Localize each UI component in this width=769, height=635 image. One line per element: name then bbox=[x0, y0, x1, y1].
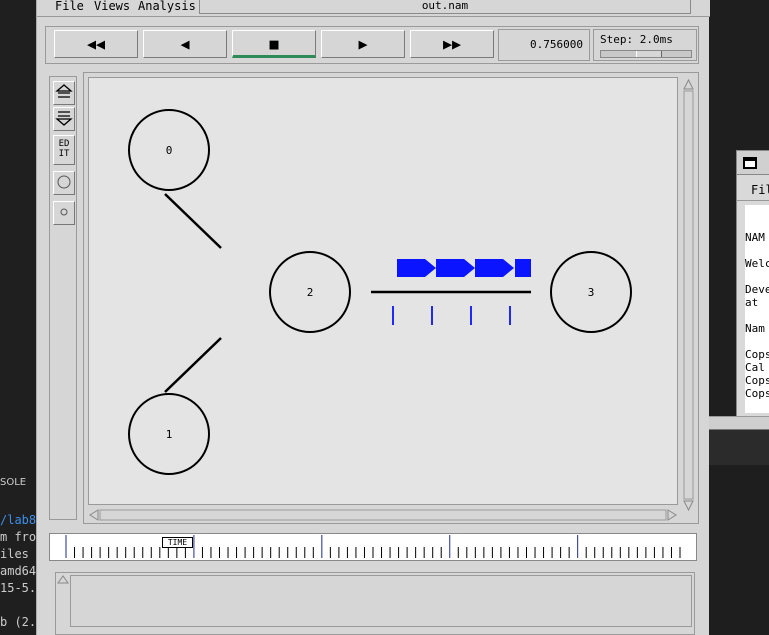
desktop-area bbox=[709, 430, 769, 465]
annotation-panel bbox=[55, 572, 695, 635]
terminal-line: m fro bbox=[0, 530, 36, 544]
background-window-scrollbar[interactable] bbox=[709, 416, 769, 430]
text-line bbox=[745, 244, 769, 257]
step-label: Step: 2.0ms bbox=[600, 33, 673, 46]
playback-controls: ◀◀ ◀ ■ ▶ ▶▶ 0.756000 Step: 2.0ms bbox=[45, 26, 699, 64]
window-menu-icon[interactable] bbox=[743, 157, 757, 169]
packet-queue bbox=[397, 259, 531, 277]
nam-window: File Views Analysis out.nam ◀◀ ◀ ■ ▶ ▶▶ … bbox=[36, 0, 710, 635]
play-button[interactable]: ▶ bbox=[321, 30, 405, 58]
text-line: NAM bbox=[745, 231, 765, 244]
text-line: Cal bbox=[745, 361, 765, 374]
network-canvas-frame: 0 1 2 3 bbox=[83, 72, 699, 524]
console-tab[interactable]: SOLE bbox=[0, 477, 26, 488]
link-1-2 bbox=[164, 337, 222, 393]
canvas-vertical-scrollbar[interactable] bbox=[682, 77, 695, 513]
node-label-3: 3 bbox=[588, 286, 595, 299]
edit-toolbar: ED IT bbox=[49, 76, 77, 520]
annotation-list[interactable] bbox=[70, 575, 692, 627]
text-line: Cops bbox=[745, 374, 769, 387]
text-line: at bbox=[745, 296, 759, 309]
step-back-button[interactable]: ◀ bbox=[143, 30, 227, 58]
text-line: Cops bbox=[745, 387, 769, 400]
terminal-line: amd64 bbox=[0, 564, 36, 578]
text-line bbox=[745, 335, 769, 348]
rewind-button[interactable]: ◀◀ bbox=[54, 30, 138, 58]
text-area: NAM Welc Deve at Nam Cops Cal Cops Cops bbox=[745, 205, 769, 413]
text-line: Welc bbox=[745, 257, 769, 270]
time-slider[interactable]: TIME bbox=[49, 533, 697, 561]
terminal-line: 15-5. bbox=[0, 581, 36, 595]
packet bbox=[436, 259, 475, 277]
drop-markers bbox=[392, 306, 511, 325]
small-circle-icon[interactable] bbox=[53, 201, 75, 225]
scroll-right-arrow bbox=[667, 509, 677, 521]
file-menu[interactable]: Fil bbox=[737, 175, 769, 201]
link-0-2 bbox=[164, 193, 222, 249]
text-line: Cops bbox=[745, 348, 769, 361]
packet bbox=[515, 259, 531, 277]
time-display: 0.756000 bbox=[498, 29, 590, 61]
stop-button[interactable]: ■ bbox=[232, 30, 316, 58]
window-titlebar[interactable] bbox=[737, 151, 769, 175]
edit-button[interactable]: ED IT bbox=[53, 135, 75, 165]
step-slider-thumb[interactable] bbox=[636, 51, 662, 57]
zoom-out-icon[interactable] bbox=[53, 107, 75, 131]
menu-analysis[interactable]: Analysis bbox=[138, 0, 196, 13]
scroll-left-arrow bbox=[89, 509, 99, 521]
terminal-line: iles bbox=[0, 547, 29, 561]
vscode-panel: SOLE /lab8 m fro iles amd64 15-5. b (2. bbox=[0, 0, 36, 635]
zoom-in-icon[interactable] bbox=[53, 81, 75, 105]
step-slider[interactable] bbox=[600, 50, 692, 58]
menu-file[interactable]: File bbox=[55, 0, 84, 13]
time-slider-marker[interactable]: TIME bbox=[162, 537, 193, 548]
node-label-0: 0 bbox=[166, 144, 173, 157]
text-line: Deve bbox=[745, 283, 769, 296]
menu-views[interactable]: Views bbox=[94, 0, 130, 13]
packet bbox=[397, 259, 436, 277]
terminal-line[interactable]: /lab8 bbox=[0, 513, 36, 527]
trace-filename: out.nam bbox=[199, 0, 691, 14]
menu-bar: File Views Analysis out.nam bbox=[37, 0, 710, 17]
text-line bbox=[745, 309, 769, 322]
text-line: Nam bbox=[745, 322, 765, 335]
edit-label-line1: ED bbox=[58, 139, 70, 149]
terminal-line: b (2. bbox=[0, 615, 36, 629]
step-control: Step: 2.0ms bbox=[593, 29, 697, 61]
node-label-2: 2 bbox=[307, 286, 314, 299]
network-canvas[interactable]: 0 1 2 3 bbox=[88, 77, 678, 505]
text-line bbox=[745, 270, 769, 283]
fast-forward-button[interactable]: ▶▶ bbox=[410, 30, 494, 58]
scroll-up-arrow bbox=[683, 78, 694, 90]
background-window[interactable]: Fil NAM Welc Deve at Nam Cops Cal Cops C… bbox=[736, 150, 769, 418]
edit-label-line2: IT bbox=[58, 149, 70, 159]
packet bbox=[475, 259, 514, 277]
node-label-1: 1 bbox=[166, 428, 173, 441]
scroll-down-arrow bbox=[683, 500, 694, 512]
canvas-horizontal-scrollbar[interactable] bbox=[88, 509, 680, 521]
large-circle-icon[interactable] bbox=[53, 171, 75, 195]
